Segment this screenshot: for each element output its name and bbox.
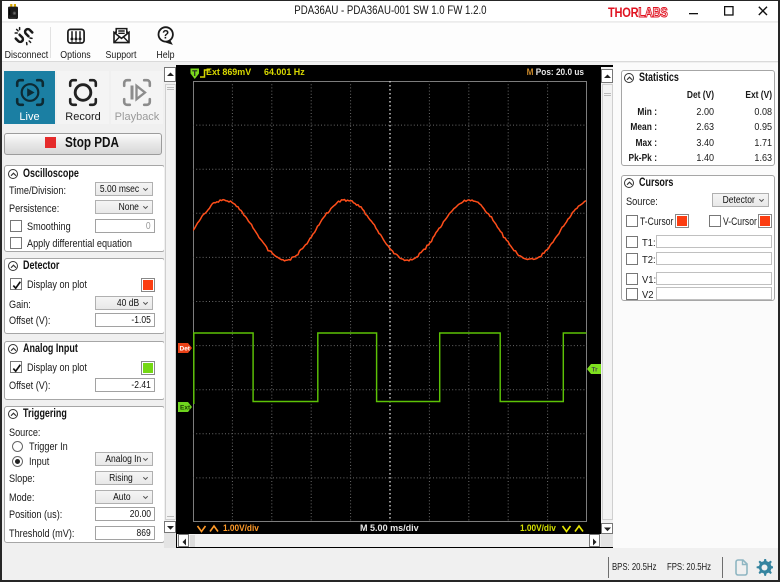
svg-text:Det: Det bbox=[180, 346, 191, 353]
svg-text:Tr: Tr bbox=[592, 367, 599, 374]
svg-text:?: ? bbox=[162, 30, 169, 42]
svg-text:Ext: Ext bbox=[180, 405, 191, 412]
